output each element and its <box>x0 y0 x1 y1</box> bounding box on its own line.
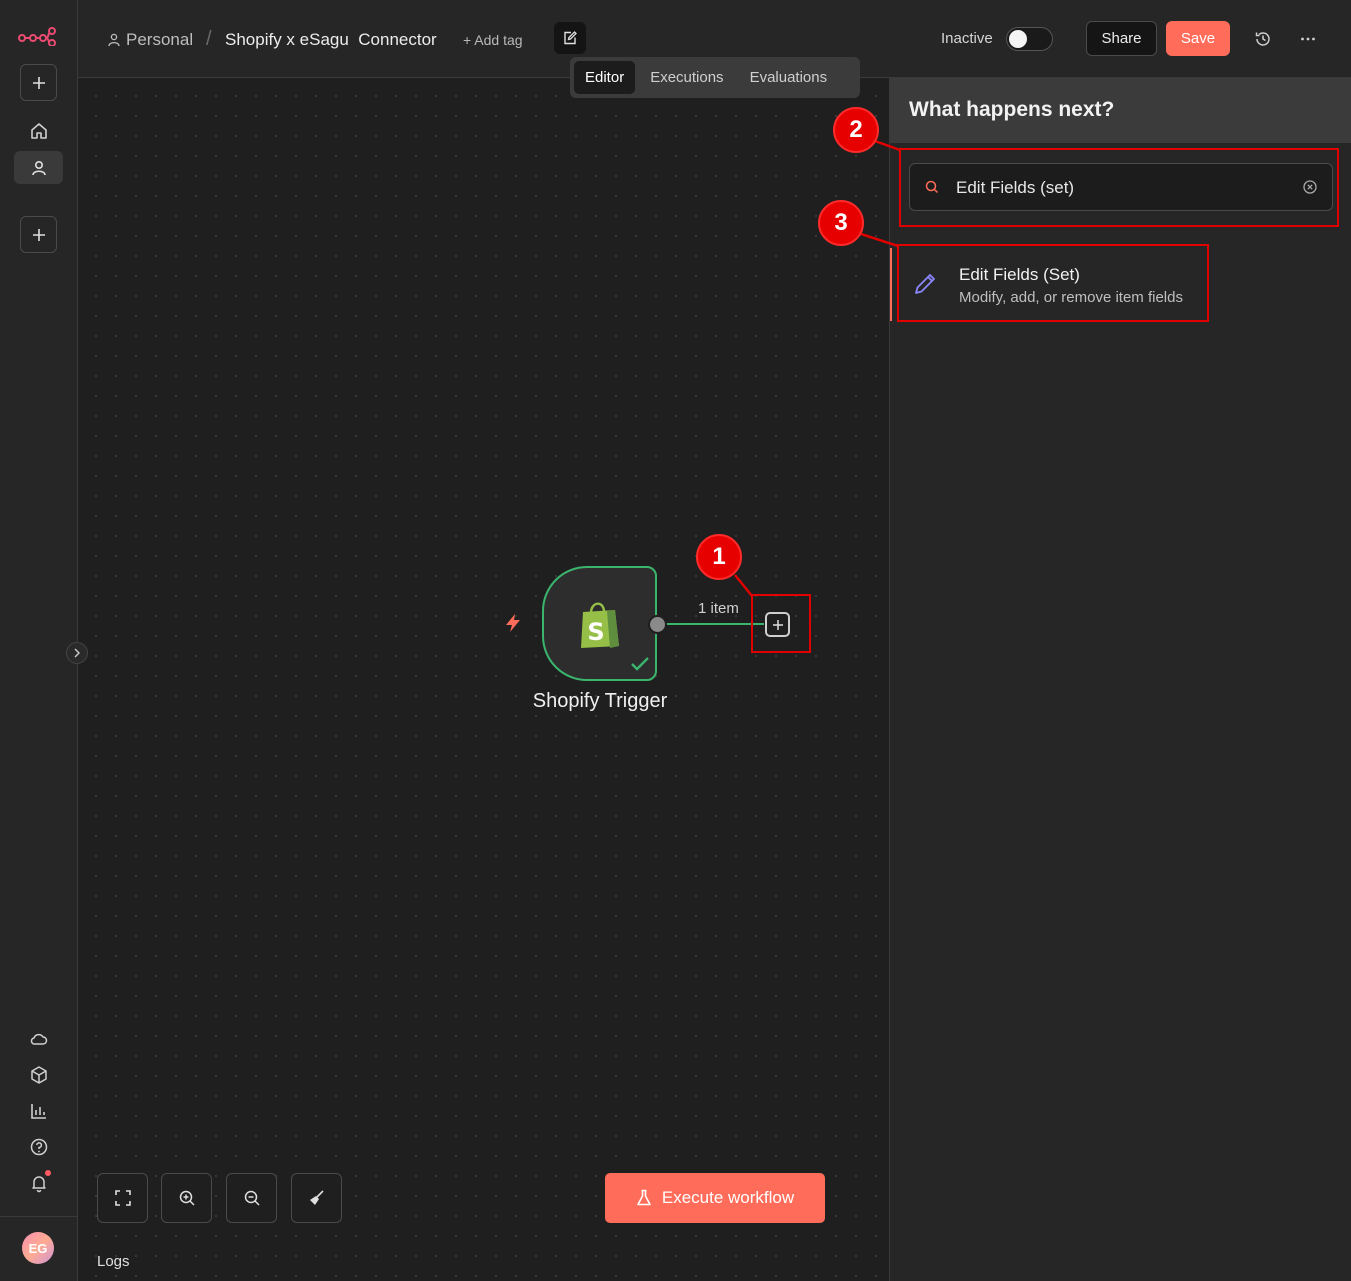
cloud-icon <box>30 1033 48 1045</box>
sidebar-item-templates[interactable] <box>24 1060 54 1090</box>
sidebar-divider <box>0 1216 77 1217</box>
tab-editor[interactable]: Editor <box>574 61 636 94</box>
more-options-button[interactable] <box>1296 27 1320 51</box>
panel-title: What happens next? <box>909 98 1115 121</box>
annotation-box-2 <box>899 148 1339 227</box>
zoom-to-fit-button[interactable] <box>97 1173 148 1223</box>
create-button[interactable] <box>20 64 57 101</box>
node-label: Shopify Trigger <box>532 690 668 712</box>
active-toggle[interactable] <box>1006 27 1053 51</box>
status-label: Inactive <box>941 30 993 47</box>
checkmark-icon <box>631 657 649 671</box>
annotation-badge-1: 1 <box>696 534 742 580</box>
chevron-right-icon <box>74 648 80 658</box>
bar-chart-icon <box>31 1104 46 1119</box>
edit-description-button[interactable] <box>554 22 586 54</box>
annotation-box-1 <box>751 594 811 653</box>
history-button[interactable] <box>1251 27 1275 51</box>
sidebar-item-personal[interactable] <box>14 151 63 184</box>
toggle-knob <box>1009 30 1027 48</box>
package-icon <box>31 1066 47 1084</box>
bell-icon <box>32 1176 46 1193</box>
logs-toggle[interactable]: Logs <box>97 1253 130 1270</box>
zoom-in-button[interactable] <box>161 1173 212 1223</box>
plus-icon <box>32 228 45 241</box>
breadcrumb-project[interactable]: Personal <box>108 30 193 50</box>
zoom-in-icon <box>179 1190 195 1206</box>
add-tag-button[interactable]: + Add tag <box>463 32 523 48</box>
fit-view-icon <box>114 1190 131 1206</box>
n8n-logo-icon[interactable] <box>18 26 56 47</box>
sidebar-item-cloud[interactable] <box>24 1024 54 1054</box>
edit-icon <box>564 31 577 45</box>
sidebar: EG <box>0 0 78 1281</box>
broom-icon <box>309 1190 324 1205</box>
save-button[interactable]: Save <box>1166 21 1230 56</box>
header: Personal / Shopify x eSagu Connector + A… <box>78 0 1351 98</box>
execute-workflow-button[interactable]: Execute workflow <box>605 1173 825 1223</box>
add-project-button[interactable] <box>20 216 57 253</box>
annotation-box-3 <box>897 244 1209 322</box>
trigger-bolt-icon <box>502 612 524 639</box>
node-connection <box>666 623 764 625</box>
breadcrumb-separator: / <box>206 28 212 50</box>
annotation-badge-2: 2 <box>833 107 879 153</box>
plus-icon <box>32 76 45 89</box>
sidebar-item-help[interactable] <box>24 1132 54 1162</box>
flask-icon <box>637 1189 651 1206</box>
annotation-badge-3: 3 <box>818 200 864 246</box>
avatar[interactable]: EG <box>22 1232 54 1264</box>
expand-sidebar-button[interactable] <box>66 642 88 664</box>
tab-executions[interactable]: Executions <box>639 61 734 94</box>
shopify-icon: S <box>581 602 619 648</box>
shopify-trigger-node[interactable]: S <box>542 566 657 681</box>
notification-dot <box>45 1170 51 1176</box>
home-icon <box>31 123 47 139</box>
user-icon <box>31 160 46 175</box>
tab-evaluations[interactable]: Evaluations <box>739 61 839 94</box>
sidebar-item-home[interactable] <box>24 116 54 146</box>
svg-text:S: S <box>587 618 604 646</box>
execute-workflow-label: Execute workflow <box>661 1188 795 1207</box>
help-icon <box>30 1138 48 1156</box>
result-selected-indicator <box>890 248 892 321</box>
output-handle[interactable] <box>648 615 667 634</box>
tidy-up-button[interactable] <box>291 1173 342 1223</box>
sidebar-item-insights[interactable] <box>24 1096 54 1126</box>
view-tabs: Editor Executions Evaluations <box>570 57 860 98</box>
panel-header: What happens next? <box>890 78 1351 143</box>
zoom-out-icon <box>244 1190 260 1206</box>
zoom-out-button[interactable] <box>226 1173 277 1223</box>
user-icon <box>108 33 120 47</box>
breadcrumb-project-label: Personal <box>126 30 194 49</box>
more-icon <box>1301 37 1315 41</box>
history-icon <box>1255 32 1270 46</box>
connection-item-count: 1 item <box>698 600 739 617</box>
workflow-canvas[interactable] <box>78 78 889 1281</box>
share-button[interactable]: Share <box>1086 21 1157 56</box>
workflow-title[interactable]: Shopify x eSagu Connector <box>225 30 437 50</box>
